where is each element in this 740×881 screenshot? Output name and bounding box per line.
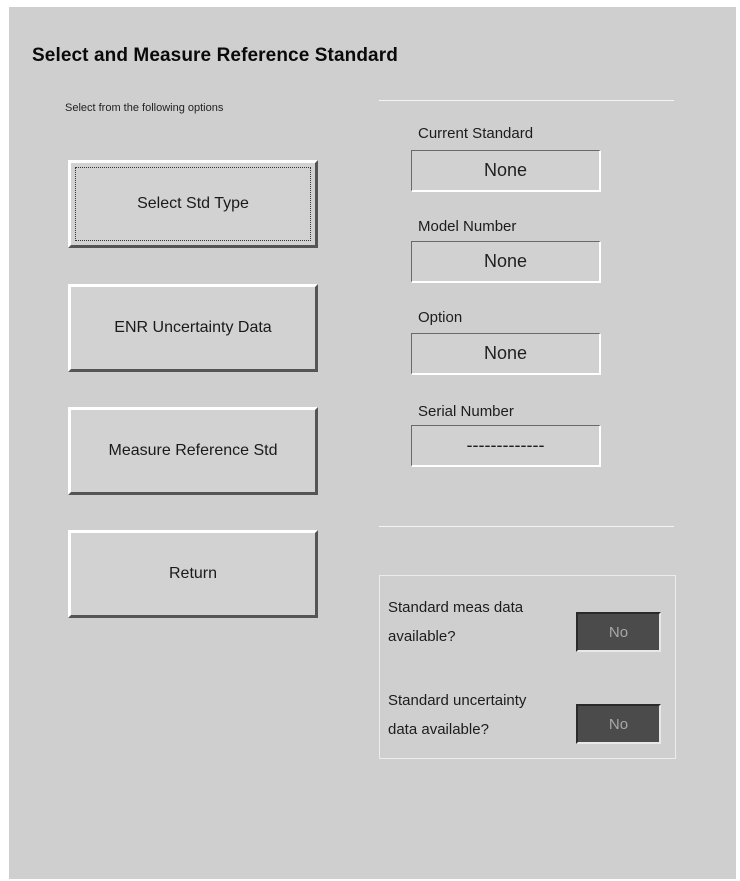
enr-uncertainty-data-button[interactable]: ENR Uncertainty Data	[68, 284, 318, 372]
option-label: Option	[418, 309, 463, 326]
uncertainty-data-status-label: Standard uncertainty data available?	[388, 686, 526, 744]
window-title: Select and Measure Reference Standard	[32, 45, 398, 66]
standard-info-panel: Current Standard None Model Number None …	[379, 100, 674, 527]
return-label: Return	[168, 565, 218, 582]
model-number-value: None	[411, 241, 601, 283]
meas-data-status-line2: available?	[388, 628, 456, 645]
model-number-label: Model Number	[418, 218, 517, 235]
instructions-text: Select from the following options	[65, 102, 224, 114]
data-status-panel: Standard meas data available? No Standar…	[379, 575, 676, 759]
uncertainty-data-status-line2: data available?	[388, 721, 489, 738]
serial-number-value: -------------	[411, 425, 601, 467]
return-button[interactable]: Return	[68, 530, 318, 618]
enr-uncertainty-data-label: ENR Uncertainty Data	[114, 319, 272, 336]
current-standard-label: Current Standard	[418, 125, 534, 142]
measure-reference-std-button[interactable]: Measure Reference Std	[68, 407, 318, 495]
serial-number-label: Serial Number	[418, 403, 514, 420]
reference-standard-window: Select and Measure Reference Standard Se…	[9, 7, 736, 879]
meas-data-status-line1: Standard meas data	[388, 599, 524, 616]
uncertainty-data-status-line1: Standard uncertainty	[388, 692, 527, 709]
measure-reference-std-label: Measure Reference Std	[108, 442, 278, 459]
uncertainty-data-indicator: No	[576, 704, 661, 744]
current-standard-value: None	[411, 150, 601, 192]
meas-data-indicator: No	[576, 612, 661, 652]
select-std-type-button[interactable]: Select Std Type	[68, 160, 318, 248]
option-value: None	[411, 333, 601, 375]
meas-data-status-label: Standard meas data available?	[388, 593, 523, 651]
select-std-type-label: Select Std Type	[75, 167, 311, 241]
